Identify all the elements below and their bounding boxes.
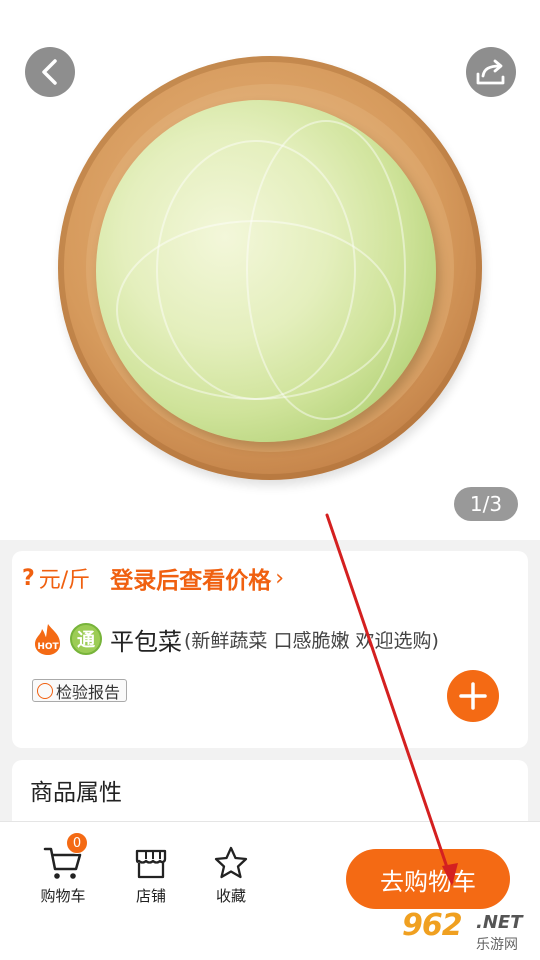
tab-favorite[interactable]: 收藏 xyxy=(206,845,256,906)
add-to-cart-button[interactable] xyxy=(447,670,499,722)
cart-label: 购物车 xyxy=(40,887,86,905)
svg-text:HOT: HOT xyxy=(37,642,59,652)
plus-icon xyxy=(459,682,487,710)
star-icon xyxy=(214,846,248,879)
share-icon xyxy=(476,59,505,85)
watermark-number: 962 xyxy=(402,908,463,943)
back-button[interactable] xyxy=(25,47,75,97)
price-row[interactable]: ? 元/斤 登录后查看价格 › xyxy=(22,561,284,595)
attributes-title: 商品属性 xyxy=(30,780,122,806)
tab-shop[interactable]: 店铺 xyxy=(126,845,176,906)
cabbage-image xyxy=(96,100,436,442)
shop-label: 店铺 xyxy=(135,887,166,905)
store-icon xyxy=(135,849,167,879)
chevron-right-icon: › xyxy=(275,565,284,591)
product-description: (新鲜蔬菜 口感脆嫩 欢迎选购) xyxy=(184,629,439,652)
tong-badge: 通 xyxy=(70,623,102,655)
report-icon xyxy=(37,682,53,699)
cart-count-badge: 0 xyxy=(66,832,88,854)
watermark-domain: .NET xyxy=(476,912,523,933)
price-unit: 元/斤 xyxy=(38,568,91,593)
login-to-view-price-link[interactable]: 登录后查看价格 xyxy=(110,561,271,595)
image-pager-indicator: 1/3 xyxy=(454,487,518,521)
share-button[interactable] xyxy=(466,47,516,97)
watermark-site-name: 乐游网 xyxy=(476,937,518,953)
product-image-gallery[interactable] xyxy=(0,0,540,540)
site-watermark: 962 .NET 乐游网 xyxy=(402,908,534,956)
inspection-report-tag[interactable]: 检验报告 xyxy=(32,679,128,702)
tab-cart[interactable]: 购物车 xyxy=(38,845,88,906)
product-name: 平包菜 xyxy=(110,627,182,656)
price-value: ? xyxy=(22,565,35,591)
inspection-report-label: 检验报告 xyxy=(56,682,121,702)
product-name-row: HOT 通 平包菜 (新鲜蔬菜 口感脆嫩 欢迎选购) xyxy=(30,621,439,657)
favorite-label: 收藏 xyxy=(215,887,246,905)
hot-icon: HOT xyxy=(30,622,66,656)
go-to-cart-button[interactable]: 去购物车 xyxy=(346,849,510,909)
chevron-left-icon xyxy=(42,59,57,85)
